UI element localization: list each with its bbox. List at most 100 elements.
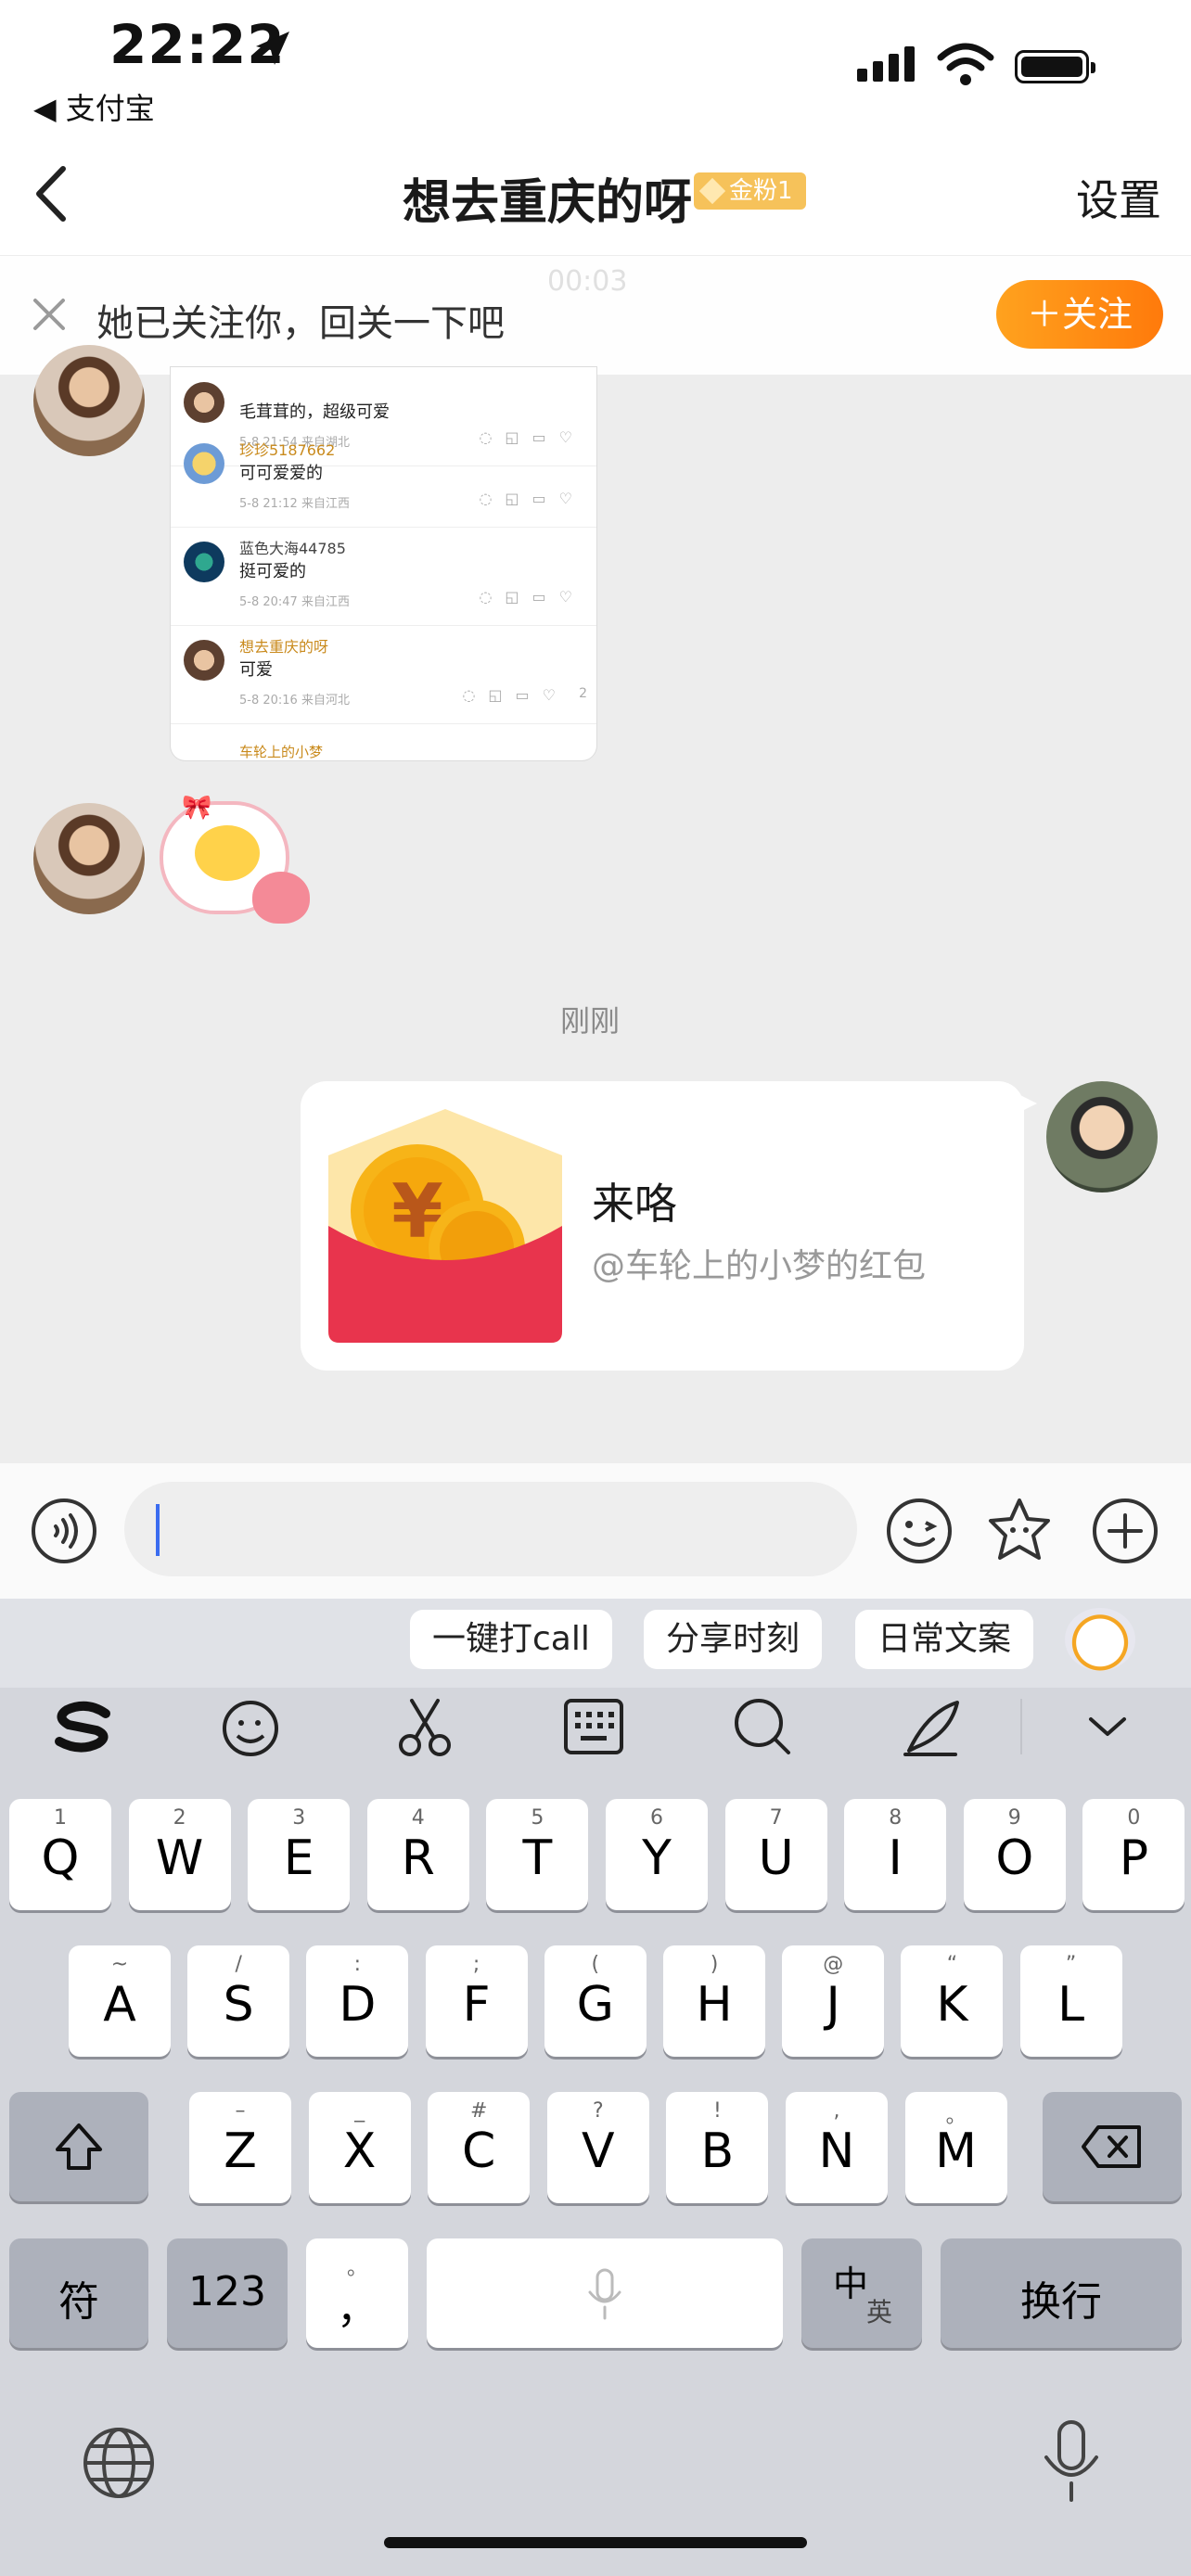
cellular-signal-icon (857, 46, 920, 82)
comment-meta: 5-8 20:47 来自江西 (239, 595, 350, 609)
key-char: B (700, 2123, 735, 2179)
key-x[interactable]: _ X (308, 2092, 411, 2203)
sticker-icon[interactable] (983, 1495, 1056, 1567)
comma-key[interactable]: 。 ， (306, 2238, 408, 2348)
symbol-key[interactable]: 符 (9, 2238, 148, 2348)
key-j[interactable]: @ J (782, 1945, 885, 2057)
key-e[interactable]: 3E (248, 1799, 351, 1910)
microphone-icon (588, 2268, 621, 2320)
number-key-label: 123 (188, 2268, 266, 2315)
language-switch-key[interactable]: 中 英 (801, 2238, 922, 2348)
key-n[interactable]: ,N (786, 2092, 888, 2203)
emoji-spark-icon[interactable] (219, 1693, 286, 1760)
suggestion-chip[interactable]: 分享时刻 (644, 1610, 823, 1669)
search-icon[interactable] (729, 1693, 796, 1760)
key-u[interactable]: 7U (724, 1799, 827, 1910)
space-key[interactable] (427, 2238, 783, 2348)
key-alt-char: ; (472, 1953, 480, 1976)
key-f[interactable]: ; F (425, 1945, 528, 2057)
key-q[interactable]: 1Q (9, 1799, 111, 1910)
sogou-logo-icon[interactable] (50, 1693, 117, 1760)
globe-icon[interactable] (80, 2424, 158, 2502)
follow-button[interactable]: ＋关注 (996, 280, 1163, 349)
screenshot-image-message[interactable]: 毛茸茸的，超级可爱 5-8 21:54 来自湖北 ◌◱▭♡ 珍珍5187662 … (171, 367, 596, 760)
key-char: S (223, 1977, 254, 2033)
key-alt-char: 9 (1007, 1806, 1021, 1830)
fan-badge-label: 金粉1 (729, 177, 793, 205)
key-char: Q (41, 1830, 80, 1886)
keyboard-icon[interactable] (560, 1693, 627, 1760)
chevron-down-icon[interactable] (1074, 1693, 1141, 1760)
close-icon[interactable] (28, 293, 70, 336)
key-alt-char: 5 (531, 1806, 544, 1830)
key-i[interactable]: 8I (844, 1799, 947, 1910)
my-avatar[interactable] (1046, 1081, 1158, 1192)
key-l[interactable]: ” L (1019, 1945, 1122, 2057)
key-char: Y (642, 1830, 672, 1886)
back-chevron-icon[interactable] (28, 161, 74, 226)
key-h[interactable]: ) H (663, 1945, 765, 2057)
plus-circle-icon[interactable] (1089, 1495, 1161, 1567)
enter-key[interactable]: 换行 (941, 2238, 1182, 2348)
sender-avatar[interactable] (33, 345, 145, 456)
backspace-key[interactable] (1043, 2092, 1182, 2201)
key-char: E (283, 1830, 314, 1886)
key-t[interactable]: 5T (486, 1799, 589, 1910)
suggestion-chip[interactable]: 日常文案 (855, 1610, 1034, 1669)
key-c[interactable]: # C (428, 2092, 531, 2203)
key-char: N (818, 2123, 855, 2179)
comment-text: 毛茸茸的，超级可爱 (239, 402, 390, 422)
comment-row: 蓝色大海44785 挺可爱的 5-8 20:47 来自江西 ◌◱▭♡ (171, 527, 596, 626)
comment-author: 车轮上的小梦 (239, 744, 324, 760)
emoji-icon[interactable] (883, 1495, 955, 1567)
key-p[interactable]: 0P (1082, 1799, 1185, 1910)
text-caret (156, 1504, 160, 1556)
key-char: W (155, 1830, 204, 1886)
key-alt-char: # (469, 2099, 488, 2123)
backspace-icon (1082, 2125, 1141, 2168)
suggestion-chip[interactable]: 一键打call (410, 1610, 612, 1669)
key-y[interactable]: 6Y (606, 1799, 708, 1910)
key-alt-char: ( (591, 1953, 600, 1976)
comment-author: 想去重庆的呀 (239, 638, 329, 656)
key-alt-char: : (353, 1953, 362, 1976)
back-to-app-link[interactable]: ◀ 支付宝 (33, 85, 155, 128)
key-b[interactable]: ! B (666, 2092, 769, 2203)
key-v[interactable]: ? V (546, 2092, 649, 2203)
key-r[interactable]: 4R (366, 1799, 469, 1910)
key-a[interactable]: ~ A (69, 1945, 171, 2057)
shift-key[interactable] (9, 2092, 148, 2201)
pen-icon[interactable] (900, 1693, 967, 1760)
key-k[interactable]: “K (901, 1945, 1004, 2057)
pink-pet-icon (252, 872, 310, 924)
dictation-microphone-icon[interactable] (1039, 2417, 1104, 2506)
key-alt-char: – (235, 2099, 246, 2123)
key-char: V (582, 2123, 615, 2179)
key-char: H (696, 1977, 733, 2033)
key-m[interactable]: 。 M (904, 2092, 1007, 2203)
scissors-icon[interactable] (391, 1693, 458, 1760)
comment-meta: 5-8 21:12 来自江西 (239, 497, 350, 511)
key-s[interactable]: / S (187, 1945, 290, 2057)
key-char: L (1057, 1977, 1085, 2033)
number-key[interactable]: 123 (167, 2238, 288, 2348)
key-char: C (462, 2123, 496, 2179)
key-char: R (401, 1830, 435, 1886)
mascot-icon[interactable] (1065, 1608, 1135, 1671)
key-o[interactable]: 9O (963, 1799, 1066, 1910)
key-w[interactable]: 2W (128, 1799, 231, 1910)
red-packet-subtitle: @车轮上的小梦的红包 (592, 1247, 927, 1285)
key-char: G (576, 1977, 614, 2033)
key-char: M (935, 2123, 978, 2179)
message-input[interactable] (124, 1482, 857, 1576)
key-g[interactable]: (G (544, 1945, 647, 2057)
settings-button[interactable]: 设置 (1076, 167, 1161, 228)
comment-author: 蓝色大海44785 (239, 540, 346, 557)
sender-avatar[interactable] (33, 803, 145, 914)
key-d[interactable]: :D (306, 1945, 409, 2057)
shift-arrow-icon (56, 2123, 102, 2170)
key-alt-char: / (235, 1953, 242, 1976)
key-z[interactable]: – Z (189, 2092, 291, 2203)
voice-input-icon[interactable] (28, 1495, 100, 1567)
key-char: J (826, 1977, 840, 2033)
